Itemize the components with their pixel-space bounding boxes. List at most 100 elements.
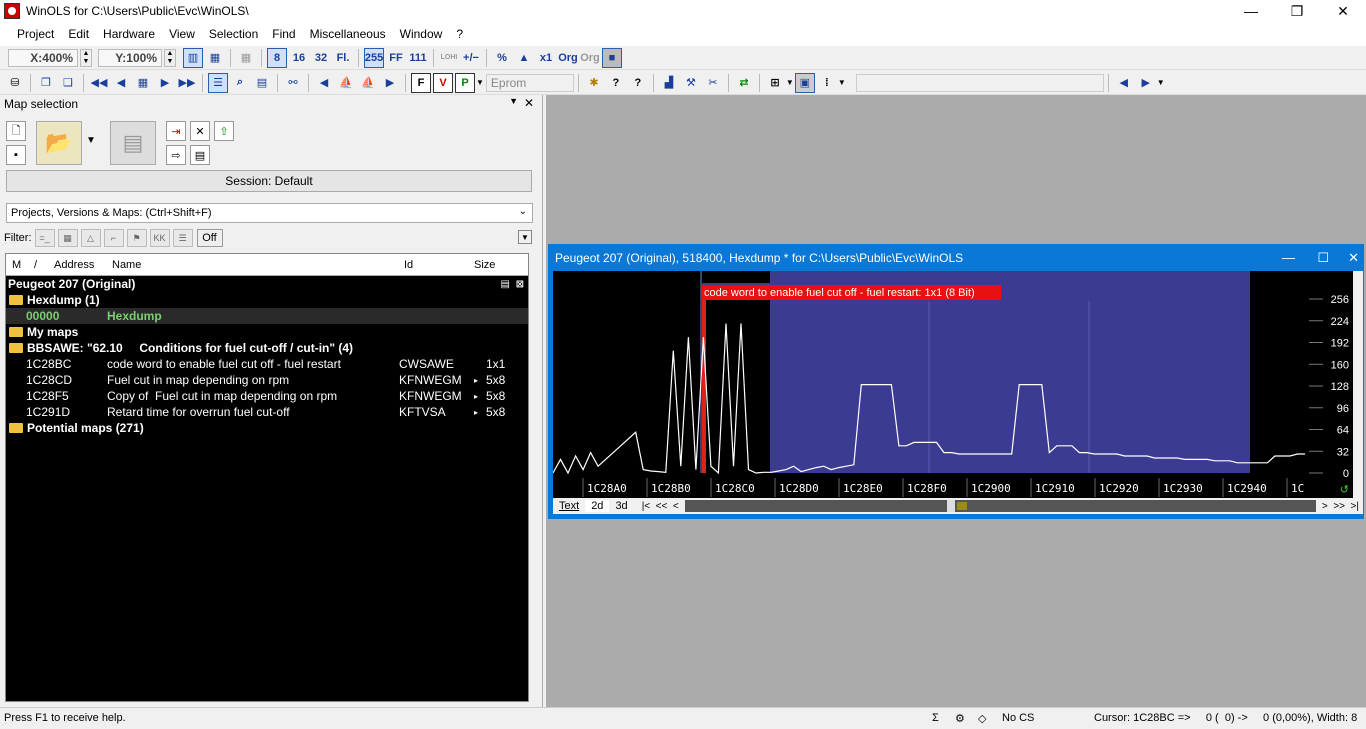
align-icon[interactable]: ⊞ [765,73,785,93]
open-folder-icon[interactable]: 📂 [36,121,82,165]
folder-bbsawe[interactable]: BBSAWE: "62.10 Conditions for fuel cut-o… [6,340,528,356]
menu-help[interactable]: ? [449,27,470,41]
align-dropdown-icon[interactable]: ▼ [786,78,794,87]
hex-view-icon[interactable]: ▥ [183,47,203,68]
projects-dropdown[interactable]: Projects, Versions & Maps: (Ctrl+Shift+F… [6,203,533,223]
dec-view-icon[interactable]: ▦ [205,48,225,68]
col-m[interactable]: M [12,259,21,271]
hexdump-plot[interactable]: code word to enable fuel cut off - fuel … [552,271,1363,498]
search-doc-icon[interactable]: ⌕ [230,73,250,93]
binary-button[interactable]: 111 [408,48,428,68]
col-id[interactable]: Id [404,259,413,271]
filter-equal-icon[interactable]: =_ [34,229,55,247]
export-doc-icon[interactable]: ⇨ [166,145,186,165]
filter-bits-icon[interactable]: ▦ [57,229,78,247]
window-multi-icon[interactable]: ❏ [58,73,78,93]
filter-kk-icon[interactable]: KK [149,229,170,247]
history-dropdown-icon[interactable]: ▼ [1157,78,1165,87]
bit8-button[interactable]: 8 [267,47,287,68]
zoom-y-field[interactable]: Y:100% [98,48,162,67]
tab-3d[interactable]: 3d [609,500,633,512]
nav-left-buttons[interactable]: |< << < [642,501,679,512]
database-icon[interactable]: ⛁ [5,73,25,93]
prev-icon[interactable]: ◀ [111,73,131,93]
list-view-icon[interactable]: ▤ [501,279,510,290]
context-help-icon[interactable]: ? [628,73,648,93]
col-name[interactable]: Name [112,259,141,271]
menu-miscellaneous[interactable]: Miscellaneous [303,27,393,41]
filter-lines-icon[interactable]: ☰ [172,229,193,247]
color-square-icon[interactable]: ■ [602,47,622,68]
back-arrow-icon[interactable]: ◀ [1114,73,1134,93]
import-icon[interactable]: ⇥ [166,121,186,141]
menu-hardware[interactable]: Hardware [96,27,162,41]
maximize-button[interactable]: ❐ [1274,0,1320,22]
hexdump-row[interactable]: 00000 Hexdump [6,308,528,324]
close-button[interactable]: ✕ [1320,0,1366,22]
filter-dropdown-icon[interactable]: ▼ [518,230,532,244]
bit16-button[interactable]: 16 [289,48,309,68]
chart-tool-icon[interactable]: ⚒ [681,73,701,93]
nav-right-buttons[interactable]: > >> >| [1322,501,1359,512]
table-row[interactable]: 1C28CD Fuel cut in map depending on rpm … [6,372,528,388]
list-icon[interactable]: ☰ [208,72,228,93]
percent-button[interactable]: % [492,48,512,68]
next-map-icon[interactable]: ▶ [380,73,400,93]
p-dropdown-icon[interactable]: ▼ [476,78,484,87]
bit32-button[interactable]: 32 [311,48,331,68]
col-address[interactable]: Address [54,259,94,271]
scroll-thumb[interactable] [946,500,955,512]
hex-maximize-icon[interactable]: ☐ [1317,250,1329,266]
menu-selection[interactable]: Selection [202,27,265,41]
boat-icon[interactable]: ⛵ [336,73,356,93]
session-button[interactable]: Session: Default [6,170,532,192]
new-doc-icon[interactable]: 🗋 [6,121,26,141]
sign-icon[interactable]: +/− [461,48,481,68]
link-icon[interactable]: ⚯ [283,73,303,93]
org-diff-button[interactable]: Org [580,48,600,68]
hexff-button[interactable]: FF [386,48,406,68]
hex-minimize-icon[interactable]: — [1282,250,1295,265]
table-row[interactable]: 1C28BC code word to enable fuel cut off … [6,356,528,372]
panel-dropdown-icon[interactable]: ▼ [509,96,518,106]
list-close-icon[interactable]: ⊠ [516,279,524,290]
grid-icon[interactable]: ▦ [236,48,256,68]
panel-close-icon[interactable]: ✕ [524,96,534,110]
zoom-x-field[interactable]: X:400% [8,48,78,67]
next-icon[interactable]: ▶ [155,73,175,93]
first-icon[interactable]: ◀◀ [89,73,109,93]
filter-flag-icon[interactable]: ⚑ [126,229,147,247]
v-button-icon[interactable]: V [433,72,453,93]
tools-icon[interactable]: ✱ [584,73,604,93]
p-button-icon[interactable]: P [455,72,475,93]
box-icon[interactable]: ▣ [794,72,815,93]
scroll-icon[interactable]: ▤ [252,73,272,93]
chart-cut-icon[interactable]: ✂ [703,73,723,93]
folder-potential-maps[interactable]: Potential maps (271) [6,420,528,436]
col-size[interactable]: Size [474,259,495,271]
menu-find[interactable]: Find [265,27,302,41]
menu-edit[interactable]: Edit [61,27,96,41]
open-dropdown-icon[interactable]: ▼ [86,135,96,146]
menu-window[interactable]: Window [393,27,450,41]
wizard-icon[interactable]: ✕ [190,121,210,141]
range-field[interactable] [855,73,1104,92]
float-button[interactable]: Fl. [333,48,353,68]
menu-project[interactable]: Project [10,27,61,41]
table-row[interactable]: 1C291D Retard time for overrun fuel cut-… [6,404,528,420]
tab-2d[interactable]: 2d [585,500,610,512]
lohi-button[interactable]: LOHI [439,48,459,68]
project-row[interactable]: Peugeot 207 (Original) ▤ ⊠ [6,276,528,292]
zoom-x-stepper[interactable]: ▲ ▼ [80,48,92,67]
forward-arrow-icon[interactable]: ▶ [1136,73,1156,93]
upload-icon[interactable]: ⇧ [214,121,234,141]
last-icon[interactable]: ▶▶ [177,73,197,93]
prev-map-icon[interactable]: ◀ [314,73,334,93]
save-icon[interactable]: ▪ [6,145,26,165]
filter-axis-icon[interactable]: ⌐ [103,229,124,247]
menu-view[interactable]: View [162,27,202,41]
zoom-y-stepper[interactable]: ▲ ▼ [164,48,176,67]
columns-dropdown-icon[interactable]: ▼ [838,78,846,87]
org-button[interactable]: Org [558,48,578,68]
folder-hexdump[interactable]: Hexdump (1) [6,292,528,308]
